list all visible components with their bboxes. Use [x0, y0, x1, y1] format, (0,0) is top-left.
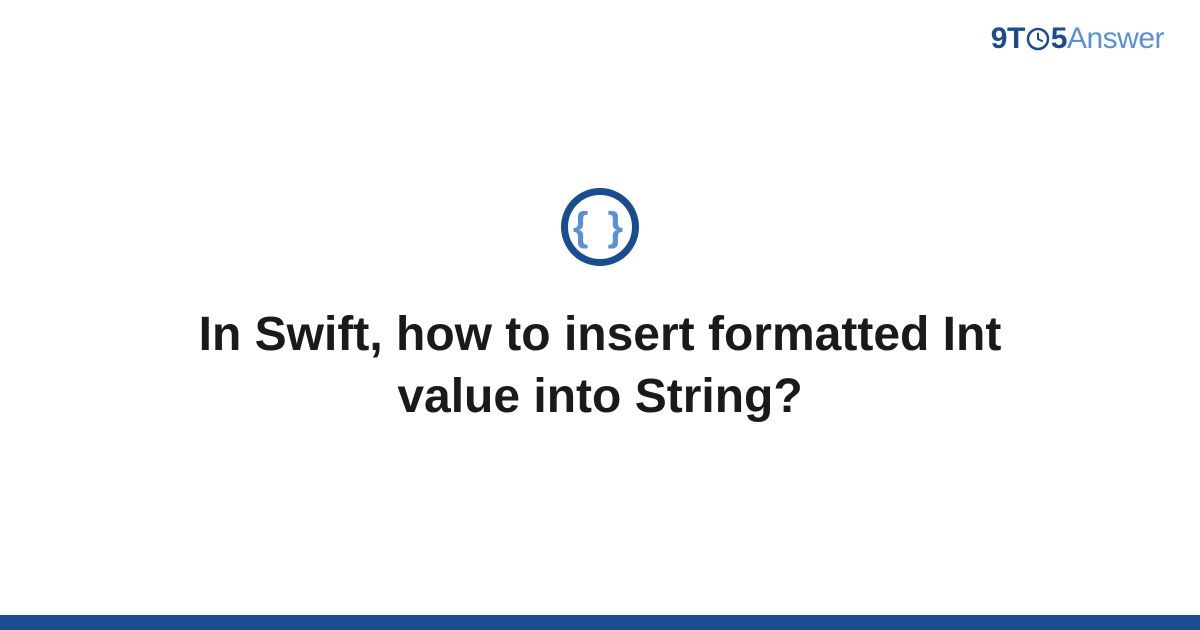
code-braces-icon: { }	[573, 207, 627, 247]
main-content: { } In Swift, how to insert formatted In…	[0, 0, 1200, 615]
category-icon-circle: { }	[561, 188, 639, 266]
question-title: In Swift, how to insert formatted Int va…	[120, 304, 1080, 427]
footer-accent-bar	[0, 615, 1200, 630]
